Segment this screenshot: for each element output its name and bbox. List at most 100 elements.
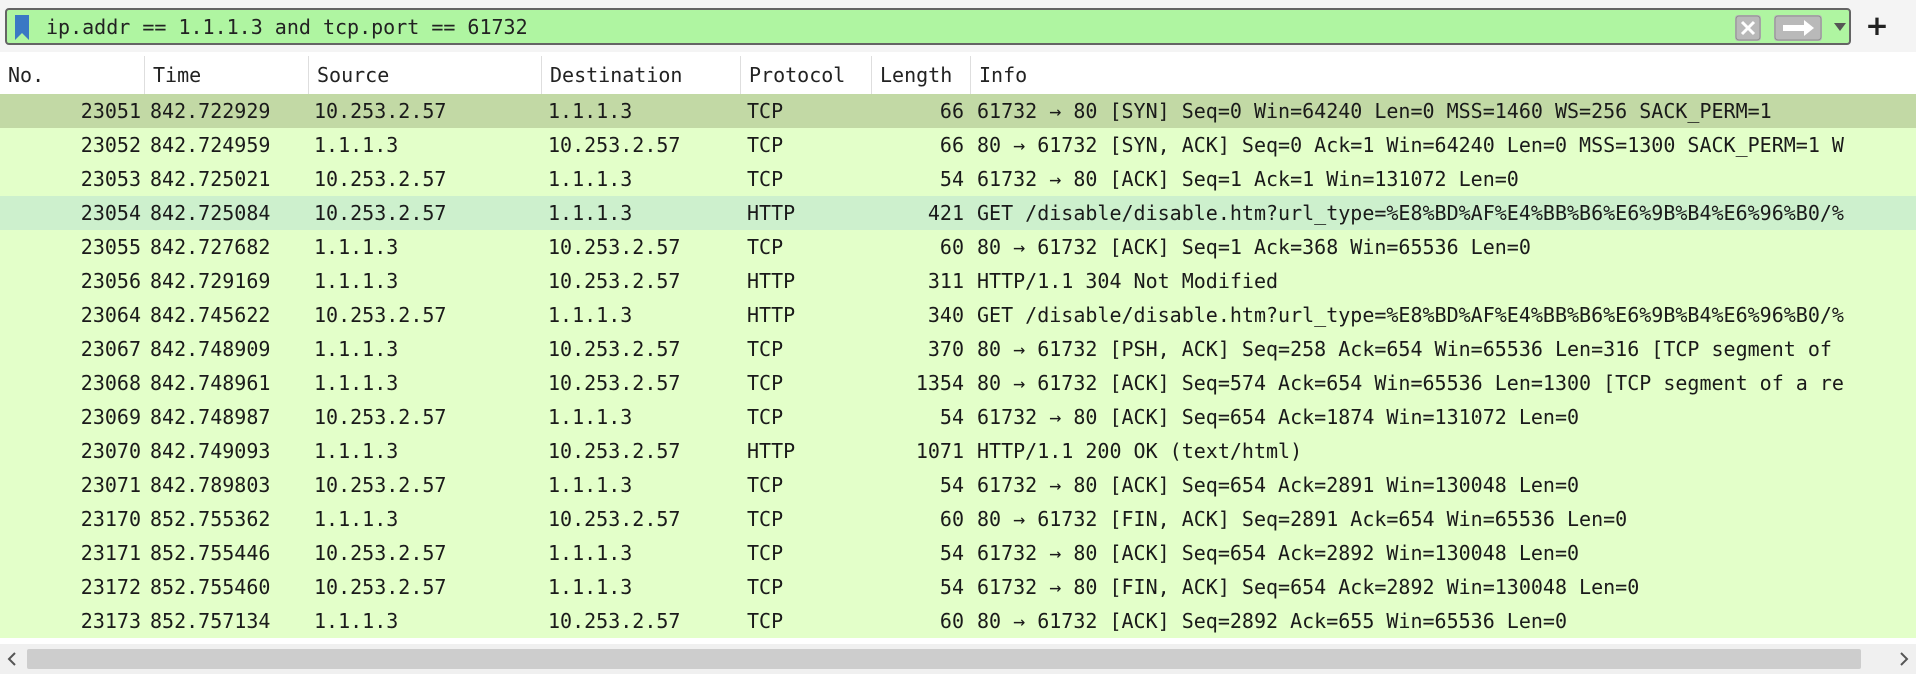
scroll-left-arrow-icon[interactable]	[6, 652, 18, 666]
packet-protocol-cell: TCP	[747, 473, 784, 497]
packet-destination-cell: 10.253.2.57	[548, 337, 681, 361]
display-filter-input[interactable]	[46, 12, 1726, 42]
scroll-right-arrow-icon[interactable]	[1898, 652, 1910, 666]
packet-destination-cell: 1.1.1.3	[548, 575, 633, 599]
filter-history-dropdown-icon[interactable]	[1833, 21, 1847, 33]
packet-time-cell: 842.725084	[150, 201, 271, 225]
packet-length-cell: 60	[939, 507, 964, 531]
packet-protocol-cell: TCP	[747, 235, 784, 259]
packet-info-cell: 61732 → 80 [ACK] Seq=654 Ack=2891 Win=13…	[977, 473, 1580, 497]
column-header-length[interactable]: Length	[872, 56, 971, 94]
packet-row[interactable]: 23173 852.757134 1.1.1.3 10.253.2.57 TCP 60 80…	[0, 604, 1916, 638]
packet-number-cell: 23054	[80, 201, 141, 225]
packet-length-cell: 66	[939, 99, 964, 123]
packet-number-cell: 23070	[80, 439, 141, 463]
packet-row[interactable]: 23071 842.789803 10.253.2.57 1.1.1.3 TCP 54 61…	[0, 468, 1916, 502]
packet-length-cell: 54	[939, 167, 964, 191]
packet-info-cell: 80 → 61732 [PSH, ACK] Seq=258 Ack=654 Wi…	[977, 337, 1832, 361]
packet-destination-cell: 1.1.1.3	[548, 201, 633, 225]
packet-time-cell: 852.755460	[150, 575, 271, 599]
packet-row[interactable]: 23070 842.749093 1.1.1.3 10.253.2.57 HTTP 107…	[0, 434, 1916, 468]
packet-time-cell: 852.757134	[150, 609, 271, 633]
packet-length-cell: 1071	[915, 439, 964, 463]
column-header-time[interactable]: Time	[145, 56, 309, 94]
packet-number-cell: 23064	[80, 303, 141, 327]
packet-source-cell: 1.1.1.3	[314, 337, 399, 361]
packet-number-cell: 23051	[80, 99, 141, 123]
packet-row[interactable]: 23171 852.755446 10.253.2.57 1.1.1.3 TCP 54 61…	[0, 536, 1916, 570]
packet-protocol-cell: TCP	[747, 405, 784, 429]
add-filter-button[interactable]: +	[1862, 10, 1892, 42]
packet-time-cell: 852.755362	[150, 507, 271, 531]
packet-destination-cell: 1.1.1.3	[548, 405, 633, 429]
packet-time-cell: 842.749093	[150, 439, 271, 463]
display-filter-toolbar: +	[0, 0, 1916, 52]
packet-source-cell: 1.1.1.3	[314, 235, 399, 259]
packet-length-cell: 421	[927, 201, 964, 225]
packet-time-cell: 842.722929	[150, 99, 271, 123]
packet-time-cell: 842.748961	[150, 371, 271, 395]
packet-number-cell: 23068	[80, 371, 141, 395]
packet-row[interactable]: 23170 852.755362 1.1.1.3 10.253.2.57 TCP 60 80…	[0, 502, 1916, 536]
packet-protocol-cell: TCP	[747, 133, 784, 157]
packet-row[interactable]: 23051 842.722929 10.253.2.57 1.1.1.3 TCP 66 61…	[0, 94, 1916, 128]
packet-protocol-cell: TCP	[747, 99, 784, 123]
packet-time-cell: 842.729169	[150, 269, 271, 293]
packet-length-cell: 311	[927, 269, 964, 293]
display-filter-field[interactable]	[5, 8, 1851, 45]
packet-row[interactable]: 23054 842.725084 10.253.2.57 1.1.1.3 HTTP 421…	[0, 196, 1916, 230]
packet-source-cell: 10.253.2.57	[314, 575, 447, 599]
packet-source-cell: 10.253.2.57	[314, 405, 447, 429]
packet-protocol-cell: HTTP	[747, 269, 796, 293]
packet-protocol-cell: TCP	[747, 609, 784, 633]
packet-info-cell: HTTP/1.1 304 Not Modified	[977, 269, 1279, 293]
packet-time-cell: 842.748987	[150, 405, 271, 429]
packet-source-cell: 10.253.2.57	[314, 541, 447, 565]
packet-row[interactable]: 23064 842.745622 10.253.2.57 1.1.1.3 HTTP 340…	[0, 298, 1916, 332]
packet-row[interactable]: 23055 842.727682 1.1.1.3 10.253.2.57 TCP 60 80…	[0, 230, 1916, 264]
packet-row[interactable]: 23052 842.724959 1.1.1.3 10.253.2.57 TCP 66 80…	[0, 128, 1916, 162]
packet-info-cell: 61732 → 80 [ACK] Seq=654 Ack=1874 Win=13…	[977, 405, 1580, 429]
packet-info-cell: GET /disable/disable.htm?url_type=%E8%BD…	[977, 303, 1844, 327]
packet-time-cell: 842.724959	[150, 133, 271, 157]
packet-destination-cell: 10.253.2.57	[548, 371, 681, 395]
packet-number-cell: 23071	[80, 473, 141, 497]
packet-destination-cell: 10.253.2.57	[548, 507, 681, 531]
packet-destination-cell: 10.253.2.57	[548, 269, 681, 293]
packet-destination-cell: 10.253.2.57	[548, 235, 681, 259]
packet-list: 23051 842.722929 10.253.2.57 1.1.1.3 TCP 66 61…	[0, 94, 1916, 638]
column-header-destination[interactable]: Destination	[542, 56, 741, 94]
packet-row[interactable]: 23056 842.729169 1.1.1.3 10.253.2.57 HTTP 311…	[0, 264, 1916, 298]
bookmark-icon[interactable]	[13, 14, 31, 41]
column-header-source[interactable]: Source	[309, 56, 542, 94]
scrollbar-thumb[interactable]	[27, 649, 1861, 669]
packet-length-cell: 54	[939, 575, 964, 599]
packet-row[interactable]: 23067 842.748909 1.1.1.3 10.253.2.57 TCP 370 8…	[0, 332, 1916, 366]
packet-source-cell: 10.253.2.57	[314, 473, 447, 497]
packet-row[interactable]: 23068 842.748961 1.1.1.3 10.253.2.57 TCP 1354…	[0, 366, 1916, 400]
packet-protocol-cell: TCP	[747, 575, 784, 599]
clear-filter-icon[interactable]	[1735, 15, 1761, 41]
packet-destination-cell: 1.1.1.3	[548, 167, 633, 191]
column-header-protocol[interactable]: Protocol	[741, 56, 872, 94]
packet-protocol-cell: HTTP	[747, 439, 796, 463]
packet-protocol-cell: TCP	[747, 541, 784, 565]
packet-number-cell: 23069	[80, 405, 141, 429]
packet-row[interactable]: 23172 852.755460 10.253.2.57 1.1.1.3 TCP 54 61…	[0, 570, 1916, 604]
packet-info-cell: 80 → 61732 [FIN, ACK] Seq=2891 Ack=654 W…	[977, 507, 1628, 531]
packet-protocol-cell: HTTP	[747, 303, 796, 327]
packet-number-cell: 23172	[80, 575, 141, 599]
packet-row[interactable]: 23069 842.748987 10.253.2.57 1.1.1.3 TCP 54 61…	[0, 400, 1916, 434]
packet-info-cell: 80 → 61732 [ACK] Seq=1 Ack=368 Win=65536…	[977, 235, 1531, 259]
column-header-info[interactable]: Info	[971, 56, 1916, 94]
packet-info-cell: 80 → 61732 [ACK] Seq=2892 Ack=655 Win=65…	[977, 609, 1568, 633]
packet-row[interactable]: 23053 842.725021 10.253.2.57 1.1.1.3 TCP 54 61…	[0, 162, 1916, 196]
packet-source-cell: 1.1.1.3	[314, 371, 399, 395]
packet-time-cell: 842.789803	[150, 473, 271, 497]
packet-time-cell: 842.727682	[150, 235, 271, 259]
packet-source-cell: 10.253.2.57	[314, 201, 447, 225]
horizontal-scrollbar[interactable]	[0, 644, 1916, 674]
packet-length-cell: 60	[939, 235, 964, 259]
column-header-no[interactable]: No.	[0, 56, 145, 94]
apply-filter-arrow-icon[interactable]	[1774, 15, 1822, 41]
